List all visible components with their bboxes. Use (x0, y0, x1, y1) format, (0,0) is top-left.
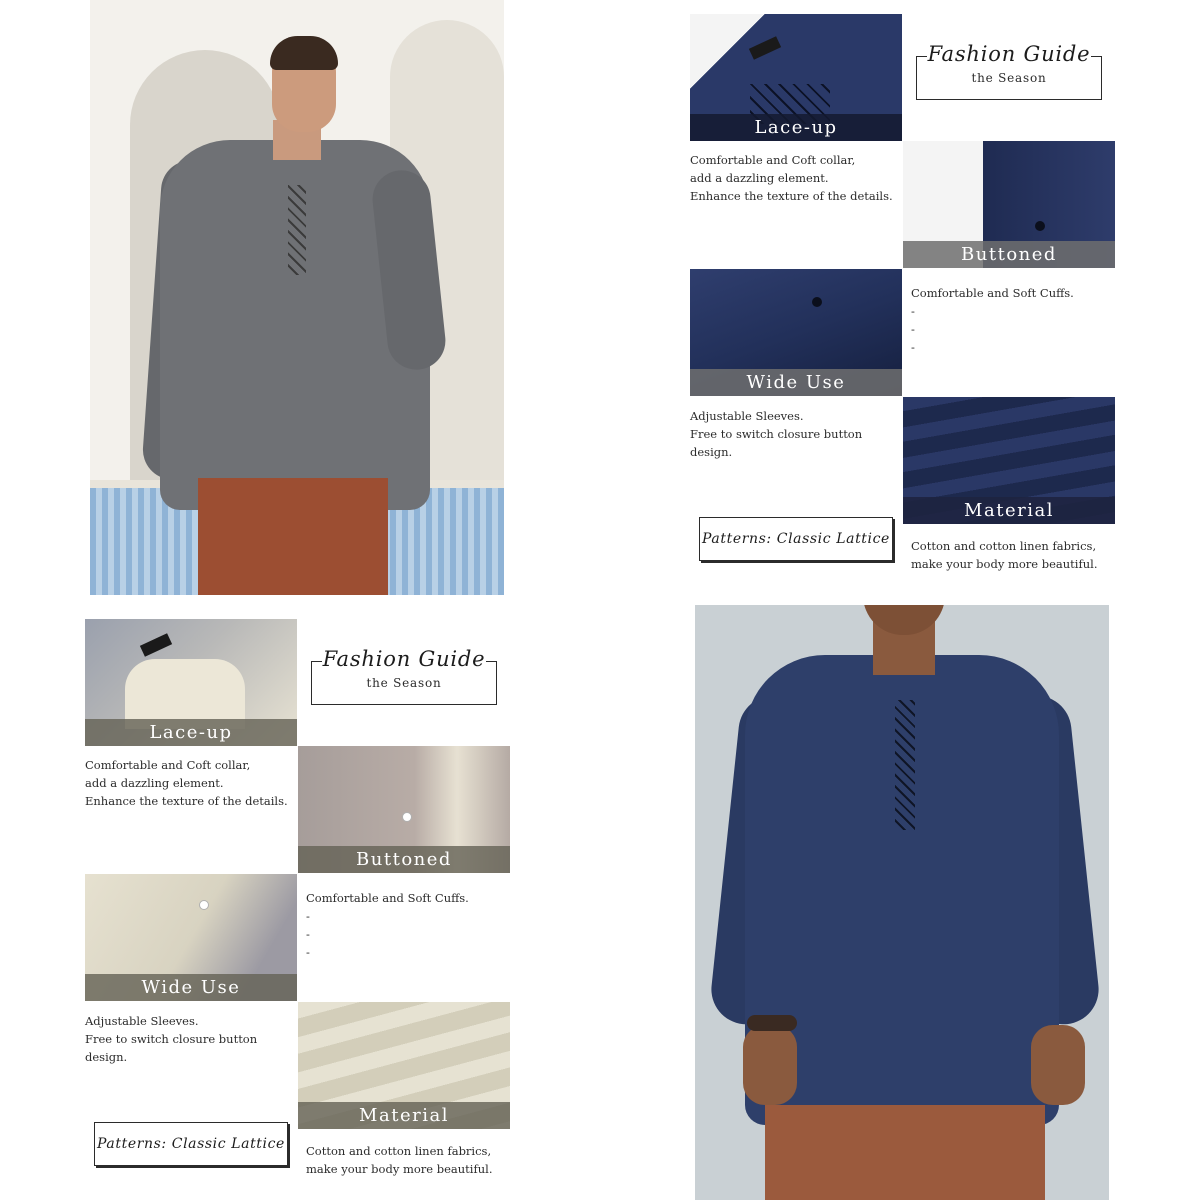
model-photo-grey-shirt (90, 0, 504, 595)
tile-description: Adjustable Sleeves. Free to switch closu… (85, 1014, 258, 1064)
tile-wide-use-navy: Wide Use (690, 269, 902, 396)
patterns-box: Patterns: Classic Lattice (699, 517, 893, 561)
tile-label: Material (298, 1102, 510, 1129)
patterns-box: Patterns: Classic Lattice (94, 1122, 288, 1166)
tile-description: Comfortable and Coft collar, add a dazzl… (85, 758, 288, 808)
tile-description: Adjustable Sleeves. Free to switch closu… (690, 409, 863, 459)
fashion-guide-header: Fashion Guide the Season (916, 42, 1102, 100)
tile-description: Comfortable and Soft Cuffs. - - - (911, 286, 1074, 354)
tile-buttoned-cream: Buttoned (298, 746, 510, 873)
tile-label: Material (903, 497, 1115, 524)
tile-lace-up-cream: Lace-up (85, 619, 297, 746)
cuff-button (402, 812, 412, 822)
tile-description: Cotton and cotton linen fabrics, make yo… (911, 539, 1098, 571)
tile-label: Lace-up (85, 719, 297, 746)
tile-label: Lace-up (690, 114, 902, 141)
tile-buttoned-navy: Buttoned (903, 141, 1115, 268)
fashion-guide-subtitle: the Season (971, 71, 1047, 85)
tile-description: Comfortable and Coft collar, add a dazzl… (690, 153, 893, 203)
tile-label: Wide Use (85, 974, 297, 1001)
tile-label: Wide Use (690, 369, 902, 396)
sleeve-button (812, 297, 822, 307)
tile-label: Buttoned (298, 846, 510, 873)
tile-description: Cotton and cotton linen fabrics, make yo… (306, 1144, 493, 1176)
fashion-guide-header: Fashion Guide the Season (311, 647, 497, 705)
fashion-guide-title: Fashion Guide (322, 647, 486, 671)
tile-lace-up-navy: Lace-up (690, 14, 902, 141)
tile-material-cream: Material (298, 1002, 510, 1129)
fashion-guide-subtitle: the Season (366, 676, 442, 690)
model-photo-navy-shirt (695, 605, 1109, 1200)
cuff-button (1035, 221, 1045, 231)
tile-description: Comfortable and Soft Cuffs. - - - (306, 891, 469, 959)
sleeve-button (199, 900, 209, 910)
tile-label: Buttoned (903, 241, 1115, 268)
fashion-guide-title: Fashion Guide (927, 42, 1091, 66)
tile-material-navy: Material (903, 397, 1115, 524)
tile-wide-use-cream: Wide Use (85, 874, 297, 1001)
